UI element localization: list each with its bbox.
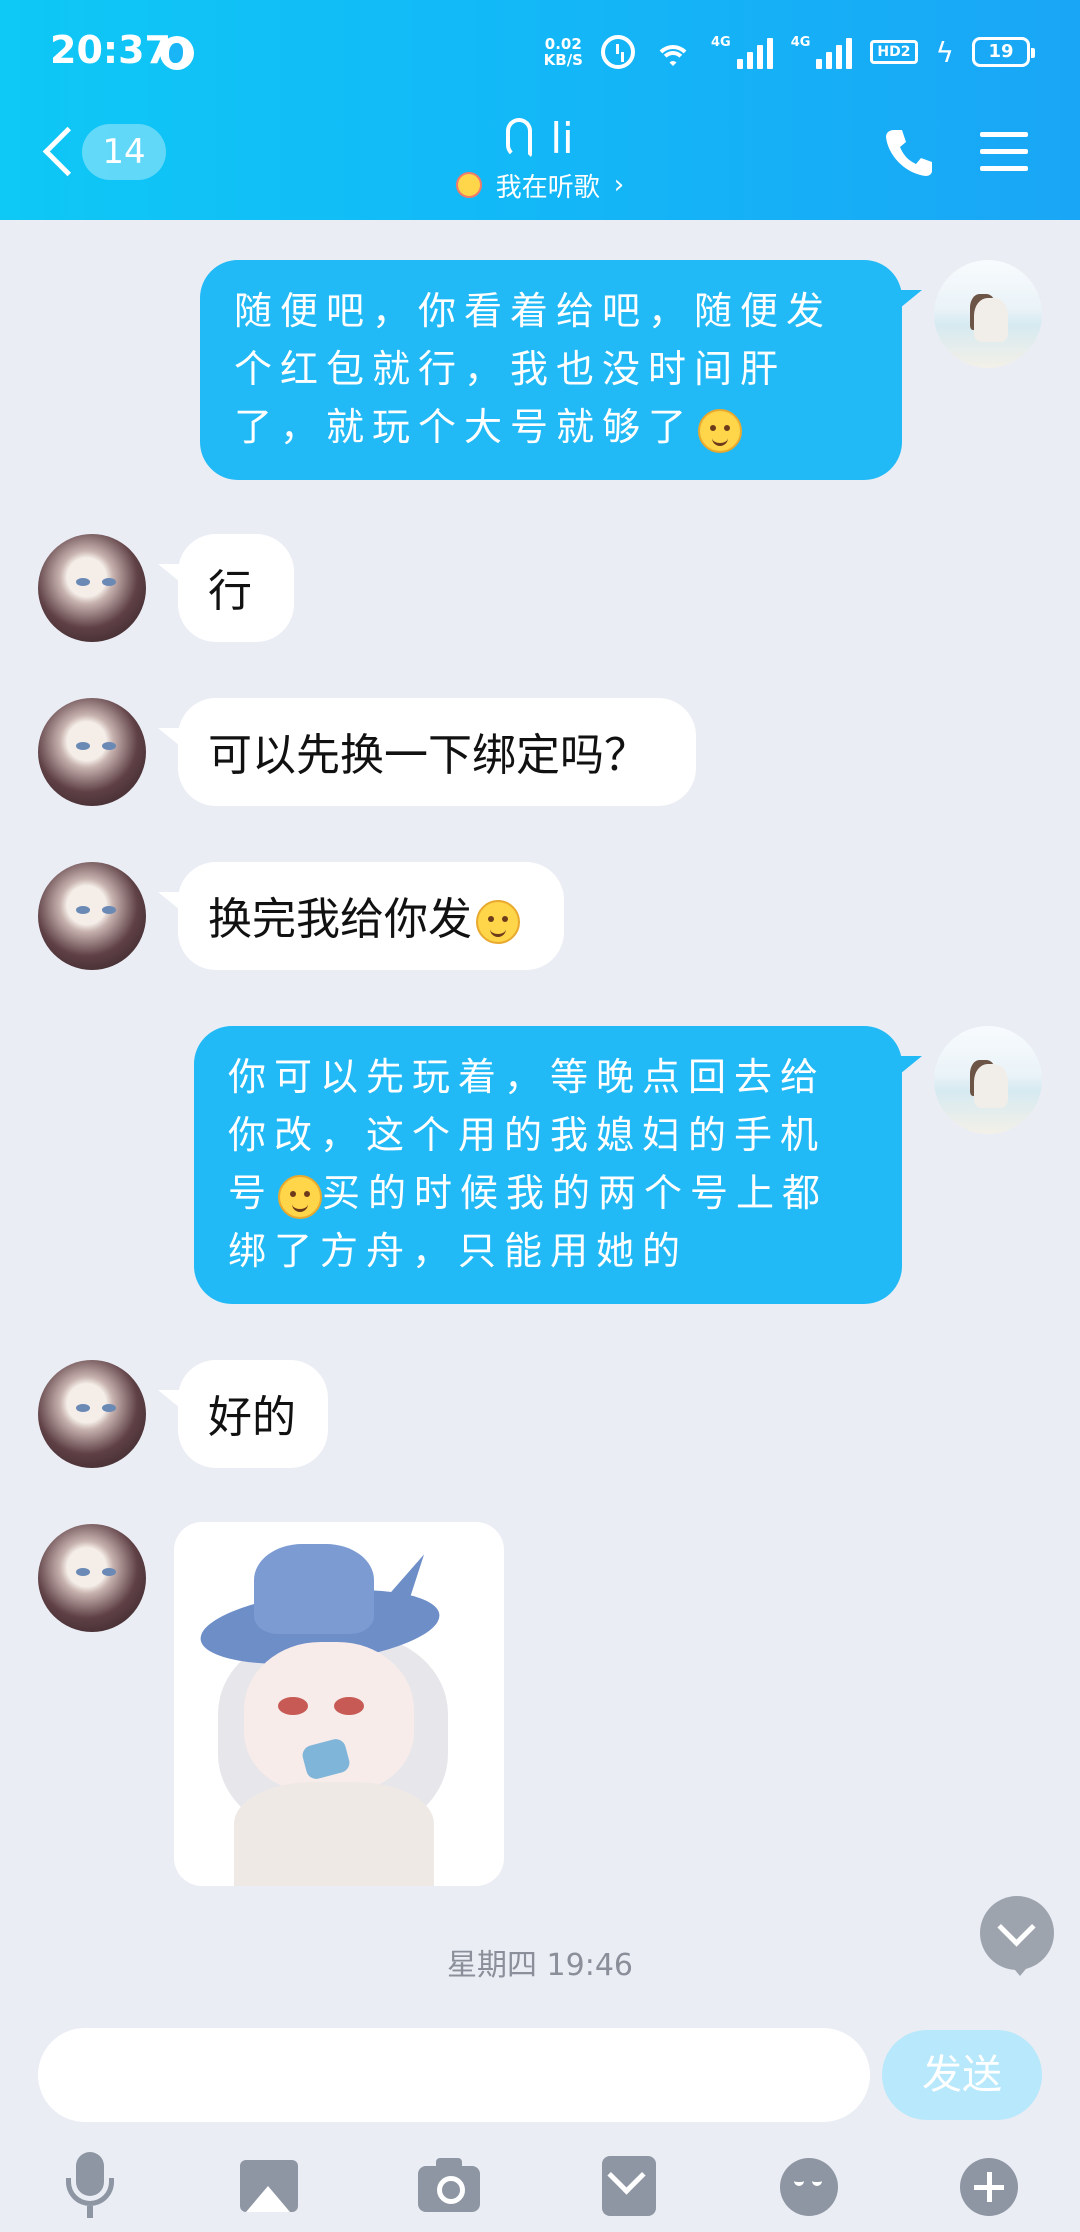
message-text: 可以先换一下绑定吗？	[208, 731, 648, 780]
sticker-image[interactable]	[174, 1522, 504, 1886]
signal-icon-2: 4G	[791, 35, 853, 69]
emoji-icon	[476, 900, 520, 945]
wifi-icon	[653, 35, 693, 69]
message-text: 换完我给你发	[208, 895, 472, 944]
mic-icon[interactable]	[54, 2152, 124, 2222]
battery-indicator: 19	[972, 37, 1035, 67]
contact-avatar[interactable]	[38, 862, 146, 970]
hd-voice-icon: HD2	[870, 40, 918, 64]
contact-avatar[interactable]	[38, 698, 146, 806]
status-icons: 0.02 KB/S 4G 4G HD2 ϟ 19	[543, 30, 1035, 74]
scroll-down-icon[interactable]	[980, 1896, 1054, 1976]
bottom-toolbar	[0, 2140, 1080, 2232]
status-time: 20:37	[50, 28, 171, 72]
image-icon[interactable]	[234, 2152, 304, 2222]
contact-avatar[interactable]	[38, 534, 146, 642]
message-bubble-outgoing[interactable]: 随便吧，你看着给吧，随便发个红包就行，我也没时间肝了，就玩个大号就够了	[200, 260, 902, 480]
emoji-icon	[698, 408, 743, 453]
globe-icon	[160, 36, 194, 70]
message-bubble-outgoing[interactable]: 你可以先玩着，等晚点回去给你改，这个用的我媳妇的手机号 买的时候我的两个号上都绑了…	[194, 1026, 902, 1304]
status-bar: 20:37 0.02 KB/S 4G 4G HD2 ϟ 19	[0, 0, 1080, 108]
contact-avatar[interactable]	[38, 1524, 146, 1632]
network-speed: 0.02 KB/S	[543, 35, 583, 69]
charging-icon: ϟ	[935, 35, 954, 69]
plus-icon[interactable]	[954, 2152, 1024, 2222]
status-text: 我在听歌	[495, 172, 600, 203]
contact-avatar[interactable]	[38, 1360, 146, 1468]
message-bubble-incoming[interactable]: 可以先换一下绑定吗？	[178, 698, 696, 806]
message-text: 好的	[208, 1393, 296, 1442]
chat-header: 20:37 0.02 KB/S 4G 4G HD2 ϟ 19 14 li 我在听…	[0, 0, 1080, 220]
send-button[interactable]: 发送	[882, 2030, 1042, 2120]
signal-icon: 4G	[711, 35, 773, 69]
alarm-icon	[600, 35, 635, 69]
message-text: 行	[208, 567, 252, 616]
chevron-right-icon: ›	[613, 170, 625, 200]
ear-icon	[506, 118, 533, 158]
my-avatar[interactable]	[934, 1026, 1042, 1134]
message-bubble-incoming[interactable]: 行	[178, 534, 294, 642]
message-timestamp: 星期四 19:46	[447, 1948, 633, 1983]
message-bubble-incoming[interactable]: 好的	[178, 1360, 328, 1468]
message-input[interactable]	[38, 2028, 870, 2122]
message-text: 随便吧，你看着给吧，随便发个红包就行，我也没时间肝了，就玩个大号就够了	[234, 289, 833, 449]
contact-name: li	[550, 113, 574, 163]
message-bubble-incoming[interactable]: 换完我给你发	[178, 862, 564, 970]
emoji-icon[interactable]	[774, 2152, 844, 2222]
emoji-icon	[278, 1174, 323, 1219]
menu-icon[interactable]	[980, 132, 1028, 172]
my-avatar[interactable]	[934, 260, 1042, 368]
music-status-icon	[455, 172, 482, 198]
camera-icon[interactable]	[414, 2152, 484, 2222]
phone-call-icon[interactable]	[882, 126, 936, 180]
red-packet-icon[interactable]	[594, 2152, 664, 2222]
